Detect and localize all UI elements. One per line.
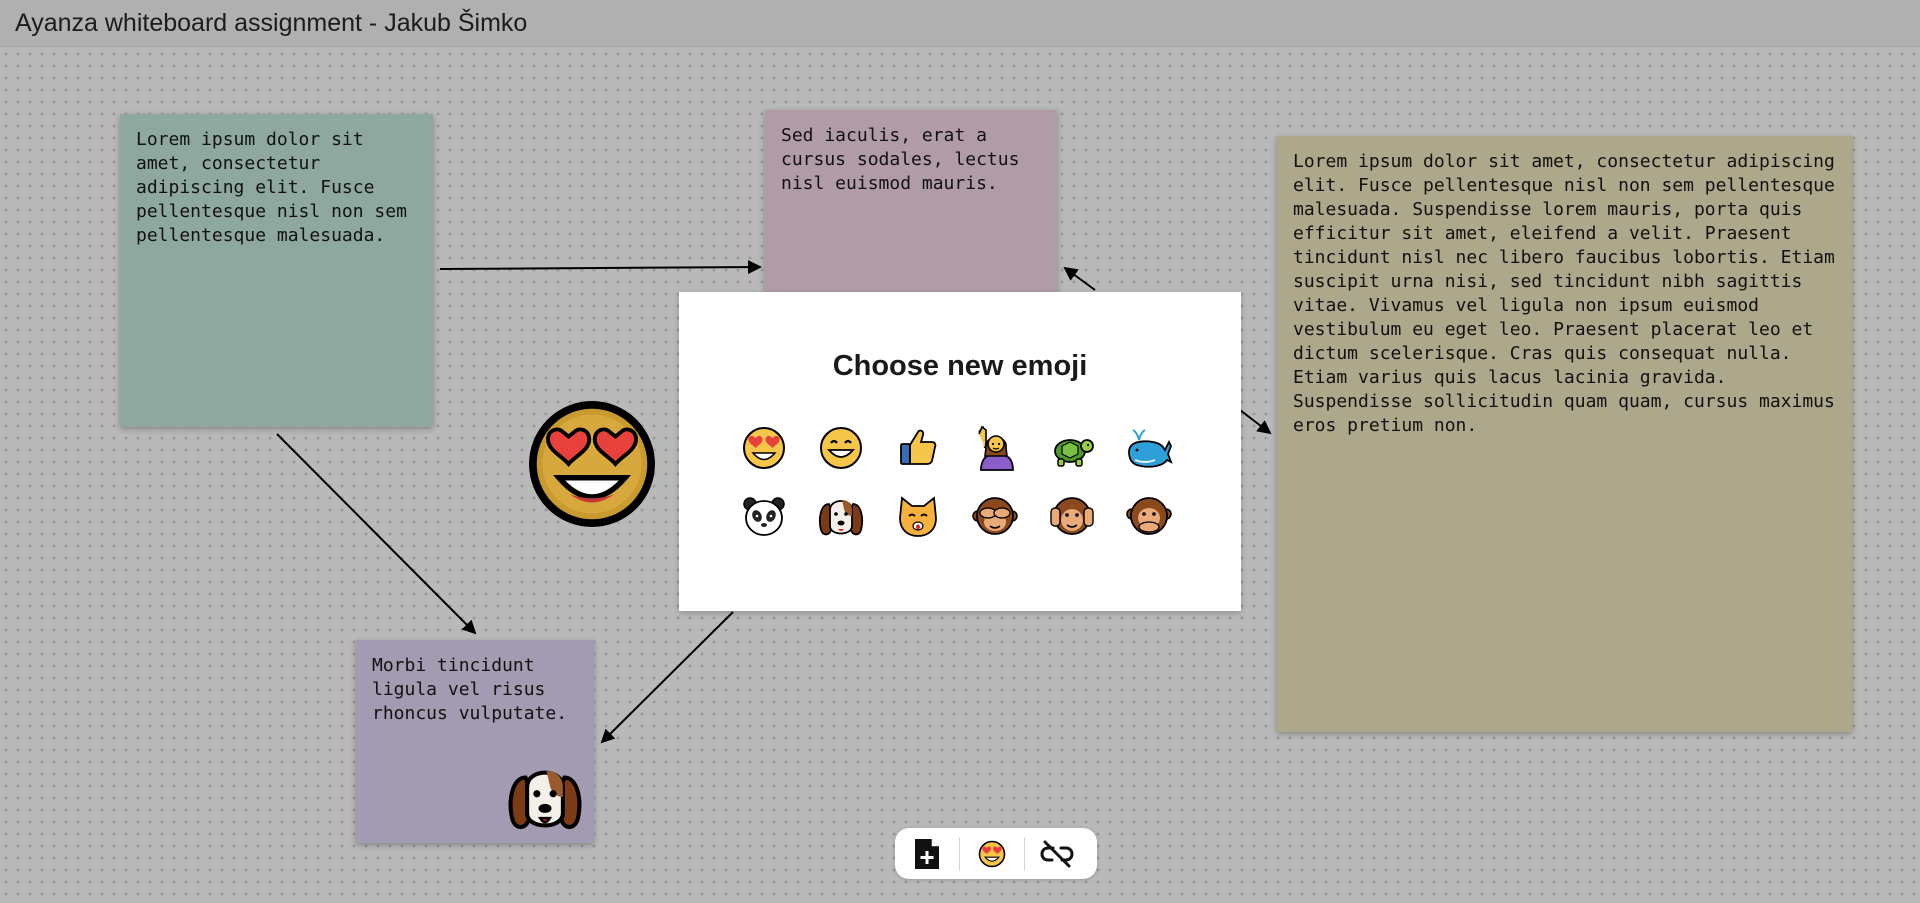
person-raising-hand-emoji-icon[interactable] (971, 424, 1019, 472)
grinning-face-emoji-icon[interactable] (817, 424, 865, 472)
heart-eyes-emoji-icon[interactable] (740, 424, 788, 472)
unlink-button[interactable] (1025, 828, 1089, 879)
cat-face-emoji-icon[interactable] (894, 492, 942, 540)
unlink-icon (1040, 840, 1074, 867)
bottom-toolbar (895, 828, 1097, 879)
sticky-note-text[interactable]: Sed iaculis, erat a cursus sodales, lect… (781, 124, 1041, 196)
add-note-button[interactable] (895, 828, 959, 879)
dog-face-icon[interactable] (506, 757, 584, 837)
dialog-title: Choose new emoji (832, 350, 1088, 382)
hear-no-evil-monkey-emoji-icon[interactable] (1048, 492, 1096, 540)
emoji-grid (740, 424, 1200, 540)
sticky-note[interactable]: Lorem ipsum dolor sit amet, consectetur … (120, 114, 433, 427)
turtle-emoji-icon[interactable] (1048, 424, 1096, 472)
sticky-note-text[interactable]: Lorem ipsum dolor sit amet, consectetur … (1293, 150, 1836, 438)
add-note-icon (915, 838, 939, 869)
panda-emoji-icon[interactable] (740, 492, 788, 540)
thumbs-up-emoji-icon[interactable] (894, 424, 942, 472)
board-emoji-heart-eyes-icon[interactable] (526, 398, 658, 530)
sticky-note-text[interactable]: Lorem ipsum dolor sit amet, consectetur … (136, 128, 417, 248)
emoji-picker-dialog: Choose new emoji (679, 292, 1241, 611)
sticky-note[interactable]: Sed iaculis, erat a cursus sodales, lect… (765, 110, 1057, 300)
title-bar: Ayanza whiteboard assignment - Jakub Šim… (0, 0, 1920, 47)
app-title: Ayanza whiteboard assignment - Jakub Šim… (15, 9, 528, 37)
spouting-whale-emoji-icon[interactable] (1125, 424, 1173, 472)
sticky-note[interactable]: Morbi tincidunt ligula vel risus rhoncus… (356, 640, 594, 843)
sticky-note-text[interactable]: Morbi tincidunt ligula vel risus rhoncus… (372, 654, 578, 726)
dog-face-emoji-icon[interactable] (817, 492, 865, 540)
emoji-icon (978, 840, 1006, 867)
sticky-note[interactable]: Lorem ipsum dolor sit amet, consectetur … (1277, 136, 1852, 732)
see-no-evil-monkey-emoji-icon[interactable] (971, 492, 1019, 540)
speak-no-evil-monkey-emoji-icon[interactable] (1125, 492, 1173, 540)
add-emoji-button[interactable] (960, 828, 1024, 879)
